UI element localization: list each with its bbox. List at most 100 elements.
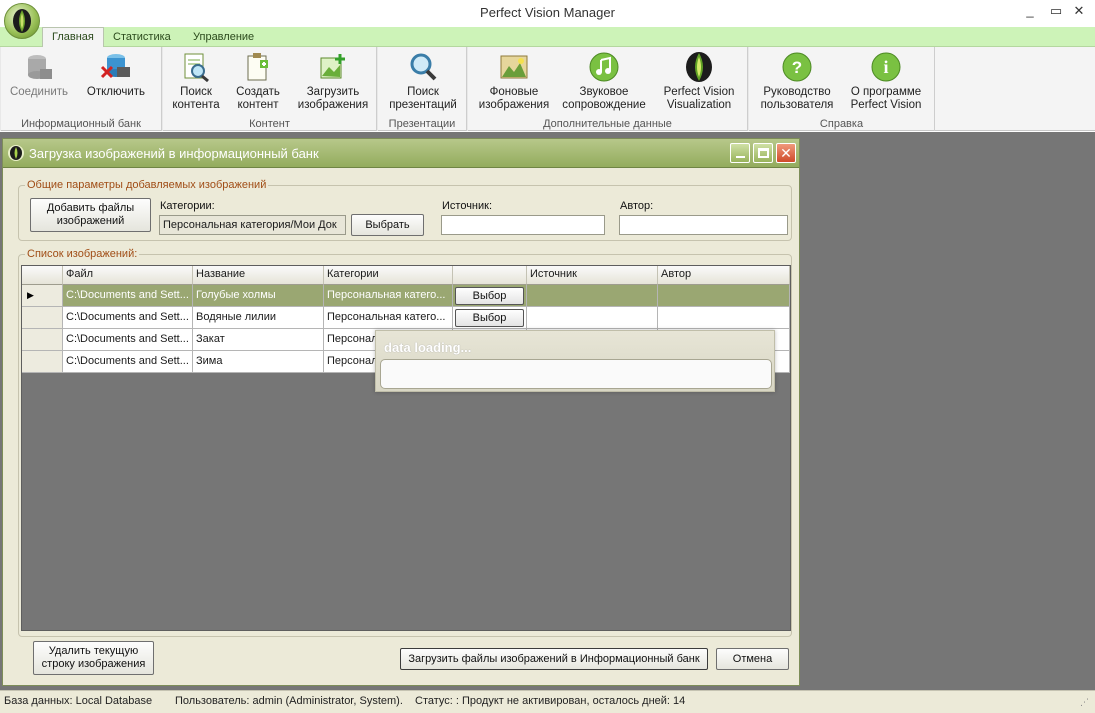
- connect-button[interactable]: Соединить: [6, 51, 72, 99]
- app-logo-icon[interactable]: [4, 3, 40, 39]
- cell-action: Выбор: [453, 285, 527, 307]
- author-label: Автор:: [620, 200, 654, 212]
- info-icon: i: [870, 51, 902, 83]
- loading-popup: data loading...: [375, 330, 775, 392]
- cell-source[interactable]: [527, 285, 658, 307]
- status-activation: Статус: : Продукт не активирован, остало…: [415, 695, 686, 707]
- app-title: Perfect Vision Manager: [480, 5, 615, 20]
- images-grid: Файл Название Категории Источник Автор ▶…: [21, 265, 791, 631]
- row-header-corner: [22, 266, 63, 285]
- cell-file[interactable]: C:\Documents and Sett...: [63, 285, 193, 307]
- dialog-title-bar[interactable]: Загрузка изображений в информационный ба…: [3, 139, 799, 168]
- status-bar: База данных: Local Database Пользователь…: [0, 690, 1095, 713]
- current-row-arrow-icon: ▶: [27, 290, 34, 300]
- cell-file[interactable]: C:\Documents and Sett...: [63, 329, 193, 351]
- cancel-button[interactable]: Отмена: [716, 648, 789, 670]
- background-images-button[interactable]: Фоновые изображения: [472, 51, 556, 112]
- group-additional-data: Фоновые изображения Звуковое сопровожден…: [467, 47, 748, 131]
- visualization-button[interactable]: Perfect Vision Visualization: [652, 51, 746, 112]
- table-row[interactable]: ▶ C:\Documents and Sett... Голубые холмы…: [22, 285, 790, 307]
- svg-text:i: i: [883, 57, 888, 77]
- table-row[interactable]: C:\Documents and Sett... Водяные лилии П…: [22, 307, 790, 329]
- column-header-source[interactable]: Источник: [527, 266, 658, 285]
- create-content-button[interactable]: Создать контент: [229, 51, 287, 112]
- group-content: Поиск контента Создать контент Загрузить…: [162, 47, 377, 131]
- add-files-button[interactable]: Добавить файлы изображений: [30, 198, 151, 232]
- row-selector[interactable]: [22, 351, 63, 373]
- close-icon[interactable]: ✕: [1068, 2, 1090, 20]
- help-icon: ?: [781, 51, 813, 83]
- column-header-categories[interactable]: Категории: [324, 266, 453, 285]
- row-selector[interactable]: [22, 329, 63, 351]
- ribbon-tabs: Главная Статистика Управление: [0, 27, 1095, 48]
- group-help: ? Руководство пользователя i О программе…: [748, 47, 935, 131]
- column-header-file[interactable]: Файл: [63, 266, 193, 285]
- minimize-icon[interactable]: _: [1019, 2, 1041, 20]
- resize-grip-icon[interactable]: ⋰: [1080, 697, 1089, 708]
- tab-statistics[interactable]: Статистика: [104, 28, 180, 47]
- dialog-minimize-button[interactable]: [730, 143, 750, 163]
- about-button[interactable]: i О программе Perfect Vision: [843, 51, 929, 112]
- upload-files-button[interactable]: Загрузить файлы изображений в Информацио…: [400, 648, 708, 670]
- cell-category[interactable]: Персональная катего...: [324, 285, 453, 307]
- column-header-name[interactable]: Название: [193, 266, 324, 285]
- choose-button[interactable]: Выбрать: [351, 214, 424, 236]
- column-header-author[interactable]: Автор: [658, 266, 790, 285]
- group-label: Презентации: [388, 118, 456, 130]
- cell-file[interactable]: C:\Documents and Sett...: [63, 351, 193, 373]
- eye-logo-icon: [683, 51, 715, 83]
- cell-name[interactable]: Зима: [193, 351, 324, 373]
- music-note-icon: [588, 51, 620, 83]
- clipboard-create-icon: [242, 51, 274, 83]
- disconnect-button[interactable]: Отключить: [81, 51, 151, 99]
- status-user: Пользователь: admin (Administrator, Syst…: [175, 695, 403, 707]
- upload-images-button[interactable]: Загрузить изображения: [291, 51, 375, 112]
- group-label: Информационный банк: [21, 118, 141, 130]
- cell-source[interactable]: [527, 307, 658, 329]
- cell-author[interactable]: [658, 307, 790, 329]
- cell-file[interactable]: C:\Documents and Sett...: [63, 307, 193, 329]
- row-selector[interactable]: ▶: [22, 285, 63, 307]
- dialog-maximize-button[interactable]: [753, 143, 773, 163]
- tab-management[interactable]: Управление: [184, 28, 263, 47]
- dialog-title: Загрузка изображений в информационный ба…: [29, 146, 319, 161]
- column-header-action[interactable]: [453, 266, 527, 285]
- maximize-icon: [758, 148, 769, 158]
- maximize-icon[interactable]: ▭: [1045, 2, 1067, 20]
- group-label: Дополнительные данные: [543, 118, 672, 130]
- loading-progress-bar: [380, 359, 772, 389]
- row-selector[interactable]: [22, 307, 63, 329]
- list-legend: Список изображений:: [25, 248, 140, 260]
- cell-category[interactable]: Персональная катего...: [324, 307, 453, 329]
- group-label: Справка: [819, 118, 864, 130]
- search-content-button[interactable]: Поиск контента: [165, 51, 227, 112]
- title-bar: Perfect Vision Manager _ ▭ ✕: [0, 0, 1095, 27]
- delete-row-button[interactable]: Удалить текущую строку изображения: [33, 641, 154, 675]
- image-upload-icon: [317, 51, 349, 83]
- tab-main[interactable]: Главная: [42, 27, 104, 48]
- loading-text: data loading...: [384, 340, 472, 355]
- cell-action: Выбор: [453, 307, 527, 329]
- dialog-close-button[interactable]: ✕: [776, 143, 796, 163]
- cell-name[interactable]: Закат: [193, 329, 324, 351]
- svg-text:?: ?: [792, 58, 802, 77]
- database-connect-icon: [23, 51, 55, 83]
- cell-name[interactable]: Водяные лилии: [193, 307, 324, 329]
- source-input[interactable]: [441, 215, 605, 235]
- minimize-icon: [736, 156, 745, 158]
- user-guide-button[interactable]: ? Руководство пользователя: [753, 51, 841, 112]
- pick-category-button[interactable]: Выбор: [455, 309, 524, 327]
- author-input[interactable]: [619, 215, 788, 235]
- cell-author[interactable]: [658, 285, 790, 307]
- group-info-bank: Соединить Отключить Информационный банк: [0, 47, 162, 131]
- background-image-icon: [498, 51, 530, 83]
- status-database: База данных: Local Database: [4, 695, 153, 707]
- pick-category-button[interactable]: Выбор: [455, 287, 524, 305]
- search-presentations-button[interactable]: Поиск презентаций: [382, 51, 464, 112]
- dialog-logo-icon: [8, 145, 24, 161]
- group-presentations: Поиск презентаций Презентации: [377, 47, 467, 131]
- database-disconnect-icon: [100, 51, 132, 83]
- cell-name[interactable]: Голубые холмы: [193, 285, 324, 307]
- sound-button[interactable]: Звуковое сопровождение: [556, 51, 652, 112]
- categories-field[interactable]: Персональная категория/Мои Док: [159, 215, 346, 235]
